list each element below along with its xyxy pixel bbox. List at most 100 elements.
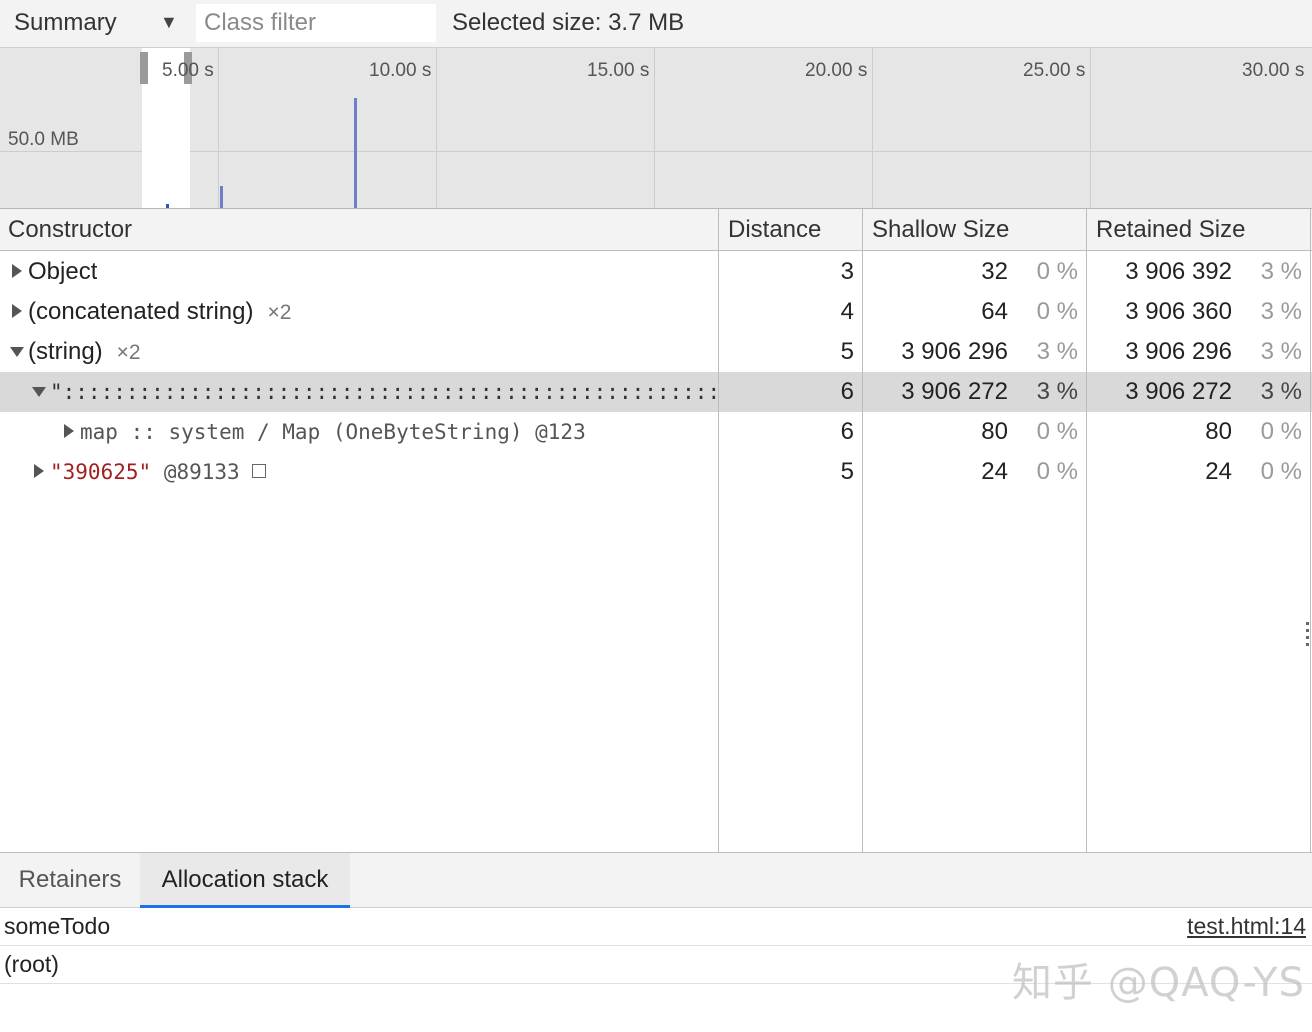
expand-arrow-icon[interactable] (12, 264, 22, 278)
watermark: 知乎 @QAQ-YS (1012, 960, 1305, 1006)
resize-dot (1306, 629, 1309, 632)
retained-percent-cell: 3 % (1260, 258, 1302, 285)
shallow-size-cell: 3 906 272 (901, 378, 1008, 405)
column-divider (1310, 209, 1311, 852)
collapse-arrow-icon[interactable] (10, 347, 24, 357)
node-id: @89133 (163, 460, 240, 484)
header-shallow-size[interactable]: Shallow Size (872, 216, 1009, 244)
allocation-bar (166, 204, 169, 208)
allocation-bar (354, 98, 357, 208)
column-divider[interactable] (1086, 209, 1087, 852)
heap-toolbar: Summary ▼ Selected size: 3.7 MB (0, 0, 1312, 48)
selected-size-label: Selected size: 3.7 MB (452, 9, 685, 36)
tick-label-5s: 5.00 s (162, 60, 214, 81)
bottom-tab-bar: Retainers Allocation stack (0, 853, 1312, 908)
table-row[interactable]: map :: system / Map (OneByteString) @123… (0, 412, 1312, 452)
header-retained-size[interactable]: Retained Size (1096, 216, 1245, 244)
shallow-size-cell: 24 (981, 458, 1008, 485)
distance-cell: 3 (840, 258, 854, 285)
column-divider[interactable] (718, 209, 719, 852)
header-constructor[interactable]: Constructor (8, 216, 132, 244)
retained-size-cell: 3 906 392 (1125, 258, 1232, 285)
constructor-name: Object (28, 258, 98, 285)
view-select-label: Summary (14, 9, 117, 36)
tick-label-25s: 25.00 s (1023, 60, 1086, 81)
allocation-timeline-overview[interactable]: 5.00 s 10.00 s 15.00 s 20.00 s 25.00 s 3… (0, 48, 1312, 209)
shallow-size-cell: 32 (981, 258, 1008, 285)
retained-percent-cell: 0 % (1260, 418, 1302, 445)
shallow-percent-cell: 0 % (1036, 418, 1078, 445)
source-location-link[interactable]: test.html:14 (1187, 913, 1306, 940)
grid-line (0, 151, 1312, 152)
table-row[interactable]: (concatenated string) ×2 4 64 0 % 3 906 3… (0, 292, 1312, 332)
allocation-bar (220, 186, 223, 208)
grid-line (436, 48, 437, 208)
retained-size-cell: 24 (1205, 458, 1232, 485)
memory-scale-label: 50.0 MB (8, 129, 79, 150)
string-value: ":::::::::::::::::::::::::::::::::::::::… (50, 380, 718, 404)
expand-arrow-icon[interactable] (34, 464, 44, 478)
retained-size-cell: 80 (1205, 418, 1232, 445)
expand-arrow-icon[interactable] (12, 304, 22, 318)
shallow-size-cell: 64 (981, 298, 1008, 325)
retained-size-cell: 3 906 360 (1125, 298, 1232, 325)
shallow-percent-cell: 0 % (1036, 298, 1078, 325)
store-as-global-icon[interactable] (251, 464, 266, 478)
retained-size-cell: 3 906 296 (1125, 338, 1232, 365)
shallow-size-cell: 3 906 296 (901, 338, 1008, 365)
distance-cell: 4 (840, 298, 854, 325)
stack-function-name: someTodo (4, 913, 111, 939)
resize-dot (1306, 622, 1309, 625)
grid-line (872, 48, 873, 208)
string-literal: "390625" (50, 460, 152, 484)
collapse-arrow-icon[interactable] (32, 387, 46, 397)
shallow-size-cell: 80 (981, 418, 1008, 445)
constructor-name: (concatenated string) ×2 (28, 298, 291, 326)
summary-data-grid: Constructor Distance Shallow Size Retain… (0, 209, 1312, 853)
stack-frame-row[interactable]: someTodo test.html:14 (0, 908, 1312, 946)
shallow-percent-cell: 0 % (1036, 458, 1078, 485)
distance-cell: 5 (840, 338, 854, 365)
left-selection-handle[interactable] (140, 52, 148, 84)
constructor-label: (string) (28, 338, 103, 365)
constructor-name: (string) ×2 (28, 338, 141, 366)
header-distance[interactable]: Distance (728, 216, 821, 244)
distance-cell: 6 (840, 378, 854, 405)
instance-count: ×2 (116, 341, 141, 364)
resize-dot (1306, 643, 1309, 646)
expand-arrow-icon[interactable] (64, 424, 74, 438)
chevron-down-icon: ▼ (160, 12, 178, 32)
view-select[interactable]: Summary ▼ (14, 8, 178, 38)
stack-function-name: (root) (4, 951, 59, 977)
tab-allocation-stack[interactable]: Allocation stack (140, 853, 350, 908)
grid-line (654, 48, 655, 208)
table-row[interactable]: Object 3 32 0 % 3 906 392 3 % (0, 252, 1312, 292)
table-row[interactable]: "390625" @89133 5 24 0 % 24 0 % (0, 452, 1312, 492)
grid-line (1090, 48, 1091, 208)
tick-label-10s: 10.00 s (369, 60, 432, 81)
table-row-selected[interactable]: ":::::::::::::::::::::::::::::::::::::::… (0, 372, 1312, 412)
edge-name: map :: system / Map (OneByteString) @123 (80, 420, 586, 444)
constructor-label: (concatenated string) (28, 298, 254, 325)
retained-size-cell: 3 906 272 (1125, 378, 1232, 405)
retained-percent-cell: 0 % (1260, 458, 1302, 485)
panel-resize-handle[interactable] (1306, 622, 1310, 654)
tick-label-20s: 20.00 s (805, 60, 868, 81)
grid-line (218, 48, 219, 208)
retained-percent-cell: 3 % (1260, 338, 1302, 365)
shallow-percent-cell: 0 % (1036, 258, 1078, 285)
class-filter-input[interactable] (196, 4, 436, 42)
string-node: "390625" @89133 (50, 460, 266, 484)
shallow-percent-cell: 3 % (1036, 338, 1078, 365)
instance-count: ×2 (267, 301, 292, 324)
tick-label-15s: 15.00 s (587, 60, 650, 81)
tab-retainers[interactable]: Retainers (0, 853, 140, 908)
column-divider[interactable] (862, 209, 863, 852)
shallow-percent-cell: 3 % (1036, 378, 1078, 405)
distance-cell: 6 (840, 418, 854, 445)
resize-dot (1306, 636, 1309, 639)
grid-header: Constructor Distance Shallow Size Retain… (0, 209, 1312, 251)
retained-percent-cell: 3 % (1260, 298, 1302, 325)
table-row[interactable]: (string) ×2 5 3 906 296 3 % 3 906 296 3 % (0, 332, 1312, 372)
tick-label-30s: 30.00 s (1242, 60, 1305, 81)
